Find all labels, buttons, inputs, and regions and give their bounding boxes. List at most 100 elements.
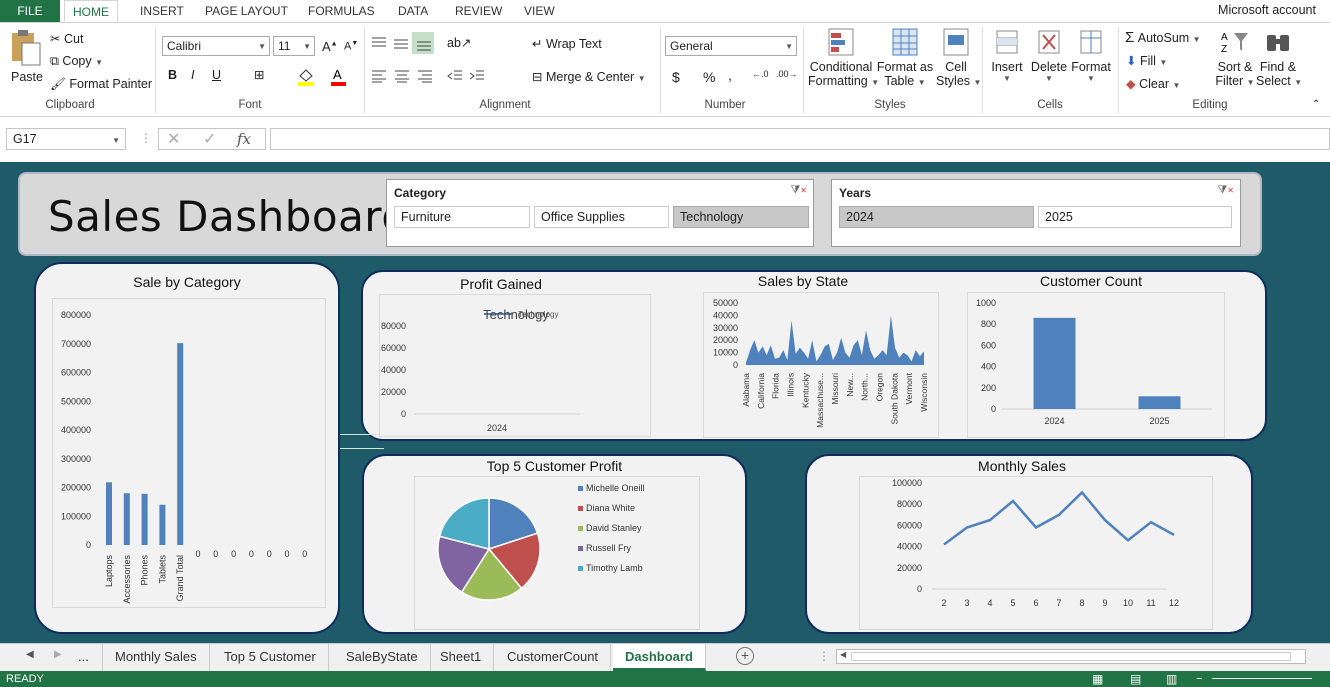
clear-button[interactable]: ◆ Clear ▼ xyxy=(1126,76,1180,91)
tab-review[interactable]: REVIEW xyxy=(455,0,502,22)
align-top-button[interactable] xyxy=(370,35,388,54)
italic-button[interactable]: I xyxy=(191,68,194,82)
bold-button[interactable]: B xyxy=(168,68,177,82)
sheet-tab-salebystate[interactable]: SaleByState xyxy=(334,644,431,671)
group-divider xyxy=(982,27,983,113)
normal-view-icon[interactable]: ▦ xyxy=(1092,671,1103,687)
format-as-table-button[interactable]: Format as Table ▼ xyxy=(876,27,934,88)
sheet-tab-customercount[interactable]: CustomerCount xyxy=(495,644,612,671)
insert-cells-button[interactable]: Insert ▼ xyxy=(988,27,1026,83)
scrollbar-thumb[interactable] xyxy=(851,652,1291,661)
scroll-left-icon[interactable]: ◀ xyxy=(26,649,34,660)
decrease-indent-button[interactable] xyxy=(446,69,464,86)
chevron-down-icon: ▼ xyxy=(1172,81,1181,90)
top5-customer-chart[interactable]: Michelle Oneill Diana White David Stanley R… xyxy=(414,476,700,630)
sale-by-category-chart[interactable]: 800000 700000 600000 500000 400000 300000 2000… xyxy=(52,298,326,608)
x-tick-label: 2024 xyxy=(487,423,507,433)
add-sheet-icon[interactable]: + xyxy=(736,647,754,665)
profit-gained-chart[interactable]: 80000 60000 40000 20000 0 Technology Technolog… xyxy=(379,294,651,437)
customer-count-chart[interactable]: 1000 800 600 400 200 0 2024 2025 xyxy=(967,292,1225,438)
cancel-formula-icon[interactable]: ✕ xyxy=(167,129,180,149)
sort-filter-button[interactable]: AZ Sort & Filter ▼ xyxy=(1214,27,1256,88)
insert-function-icon[interactable]: fx xyxy=(237,130,251,148)
clear-filter-icon[interactable]: ⧩✕ xyxy=(790,184,807,197)
scroll-left-icon[interactable]: ◀ xyxy=(840,650,846,659)
fill-color-button[interactable] xyxy=(296,68,318,89)
sales-by-state-chart[interactable]: 50000 40000 30000 20000 10000 0 Alabama Califor… xyxy=(703,292,939,438)
orientation-button[interactable]: ab↗ xyxy=(447,35,471,50)
sheet-tab-dashboard[interactable]: Dashboard xyxy=(613,644,706,671)
shrink-font-button[interactable]: A▼ xyxy=(344,40,358,53)
autosum-button[interactable]: Σ AutoSum ▼ xyxy=(1125,29,1201,46)
sheet-tab-monthly-sales[interactable]: Monthly Sales xyxy=(102,644,210,671)
number-format-dropdown[interactable]: General ▼ xyxy=(665,36,797,56)
slicer-item-2025[interactable]: 2025 xyxy=(1038,206,1232,228)
wrap-text-button[interactable]: ↵ Wrap Text xyxy=(532,36,602,51)
horizontal-scrollbar[interactable]: ◀ xyxy=(836,649,1306,664)
tab-home[interactable]: HOME xyxy=(64,0,118,22)
align-middle-button[interactable] xyxy=(392,35,410,54)
monthly-sales-chart[interactable]: 100000 80000 60000 40000 20000 0 2 3 4 5 6 7 8 9 10 11 1… xyxy=(859,476,1213,630)
tab-formulas[interactable]: FORMULAS xyxy=(308,0,375,22)
currency-button[interactable]: $ xyxy=(672,69,680,85)
y-tick-label: 700000 xyxy=(61,339,91,349)
format-table-label-2: Table ▼ xyxy=(884,74,926,88)
tab-data[interactable]: DATA xyxy=(398,0,428,22)
increase-indent-button[interactable] xyxy=(468,69,486,86)
clear-filter-icon[interactable]: ⧩✕ xyxy=(1217,184,1234,197)
tab-page-layout[interactable]: PAGE LAYOUT xyxy=(205,0,288,22)
collapse-ribbon-button[interactable]: ⌃ xyxy=(1312,99,1320,110)
merge-center-button[interactable]: ⊟ Merge & Center ▼ xyxy=(532,69,646,84)
font-name-dropdown[interactable]: Calibri ▼ xyxy=(162,36,270,56)
delete-cells-button[interactable]: Delete ▼ xyxy=(1030,27,1068,83)
copy-button[interactable]: ⧉ Copy ▼ xyxy=(50,54,103,69)
tab-splitter-icon[interactable]: ⋮ xyxy=(818,649,830,663)
formula-input[interactable] xyxy=(270,128,1330,150)
sheet-tab-sheet1[interactable]: Sheet1 xyxy=(428,644,495,671)
conditional-formatting-button[interactable]: Conditional Formatting ▼ xyxy=(808,27,879,88)
format-painter-button[interactable]: 🖌 Format Painter xyxy=(50,77,152,92)
slicer-item-furniture[interactable]: Furniture xyxy=(394,206,530,228)
insert-label: Insert xyxy=(991,60,1023,74)
decrease-decimal-button[interactable]: .00→ xyxy=(776,69,798,79)
tab-insert[interactable]: INSERT xyxy=(140,0,184,22)
name-box[interactable]: G17 ▼ xyxy=(6,128,126,150)
orientation-icon: ab↗ xyxy=(447,36,472,50)
percent-button[interactable]: % xyxy=(703,69,715,85)
file-tab[interactable]: FILE xyxy=(0,0,60,22)
align-center-button[interactable] xyxy=(393,69,411,86)
tab-view[interactable]: VIEW xyxy=(524,0,555,22)
enter-formula-icon[interactable]: ✓ xyxy=(203,129,216,149)
comma-button[interactable]: , xyxy=(728,67,732,83)
page-layout-view-icon[interactable]: ▤ xyxy=(1130,671,1141,687)
x-tick-label: 12 xyxy=(1169,598,1179,608)
zoom-slider[interactable] xyxy=(1212,678,1312,679)
bar xyxy=(106,482,112,545)
font-size-dropdown[interactable]: 11 ▼ xyxy=(273,36,315,56)
find-select-button[interactable]: Find & Select ▼ xyxy=(1256,27,1302,88)
grow-font-button[interactable]: A▲ xyxy=(322,39,338,54)
page-break-view-icon[interactable]: ▥ xyxy=(1166,671,1177,687)
align-right-button[interactable] xyxy=(416,69,434,86)
data-label: 0 xyxy=(267,549,272,559)
align-bottom-button[interactable] xyxy=(412,32,434,54)
paste-button[interactable]: Paste xyxy=(8,29,43,84)
fill-button[interactable]: ⬇ Fill ▼ xyxy=(1126,53,1167,68)
cut-button[interactable]: ✂ Cut xyxy=(50,31,83,46)
font-color-button[interactable]: A xyxy=(330,67,348,90)
increase-decimal-button[interactable]: ←.0 xyxy=(752,69,769,79)
sheet-tab-top5-customer[interactable]: Top 5 Customer xyxy=(212,644,329,671)
format-cells-button[interactable]: Format ▼ xyxy=(1070,27,1112,83)
slicer-item-office-supplies[interactable]: Office Supplies xyxy=(534,206,669,228)
slicer-item-technology[interactable]: Technology xyxy=(673,206,809,228)
cell-styles-button[interactable]: Cell Styles ▼ xyxy=(936,27,981,88)
borders-button[interactable]: ⊞ xyxy=(254,67,264,82)
scroll-right-icon[interactable]: ▶ xyxy=(54,649,62,660)
more-sheets-button[interactable]: ... xyxy=(78,649,89,664)
slicer-item-2024[interactable]: 2024 xyxy=(839,206,1034,228)
zoom-out-icon[interactable]: − xyxy=(1196,671,1202,687)
align-left-button[interactable] xyxy=(370,69,388,86)
underline-button[interactable]: U xyxy=(212,68,221,82)
account-link[interactable]: Microsoft account xyxy=(1218,0,1316,20)
svg-text:Z: Z xyxy=(1221,44,1227,55)
